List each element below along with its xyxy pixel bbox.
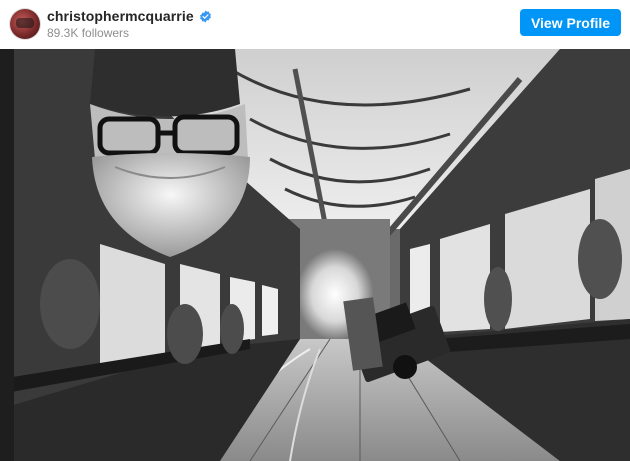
- train-interior-photo: [0, 49, 630, 461]
- username-row: christophermcquarrie: [47, 8, 212, 24]
- view-profile-button[interactable]: View Profile: [520, 9, 621, 36]
- post-photo[interactable]: [0, 49, 630, 461]
- username[interactable]: christophermcquarrie: [47, 8, 194, 24]
- post-header: christophermcquarrie 89.3K followers Vie…: [0, 0, 630, 49]
- verified-badge-icon: [199, 10, 211, 22]
- profile-avatar[interactable]: [10, 9, 40, 39]
- follower-count: 89.3K followers: [47, 26, 130, 40]
